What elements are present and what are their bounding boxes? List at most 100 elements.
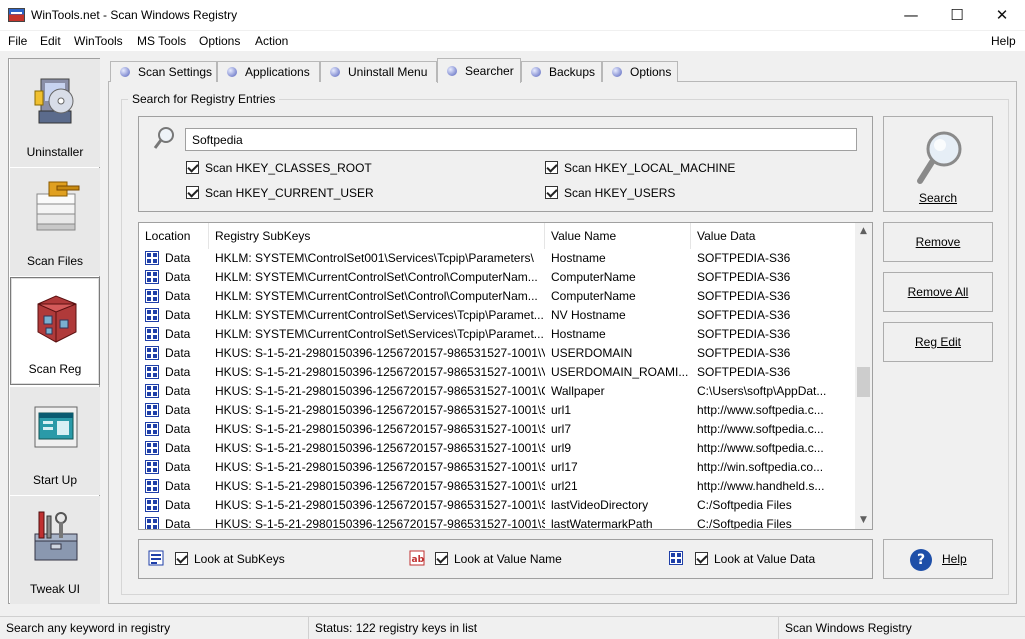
table-row[interactable]: Data HKUS: S-1-5-21-2980150396-1256720157… xyxy=(139,439,856,458)
registry-data-icon xyxy=(145,441,159,455)
cell-value-data: SOFTPEDIA-S36 xyxy=(697,270,791,284)
scroll-down-icon[interactable]: ▼ xyxy=(855,512,872,529)
registry-data-icon xyxy=(145,308,159,322)
column-header-registry-subkeys[interactable]: Registry SubKeys xyxy=(209,223,545,249)
menu-help[interactable]: Help xyxy=(991,34,1016,48)
search-button-label: Search xyxy=(918,191,958,205)
tab-applications[interactable]: Applications xyxy=(217,61,320,82)
table-row[interactable]: Data HKUS: S-1-5-21-2980150396-1256720157… xyxy=(139,420,856,439)
table-row[interactable]: Data HKLM: SYSTEM\ControlSet001\Services\… xyxy=(139,249,856,268)
nav-item-tweak-ui[interactable]: Tweak UI xyxy=(10,496,100,604)
reg-edit-button-label: Reg Edit xyxy=(914,335,962,349)
menu-ms-tools[interactable]: MS Tools xyxy=(137,34,186,48)
tab-searcher[interactable]: Searcher xyxy=(437,58,521,83)
cell-location: Data xyxy=(165,517,191,530)
cell-value-name: USERDOMAIN xyxy=(551,346,633,360)
registry-data-icon xyxy=(145,403,159,417)
checkbox-look-at-subkeys[interactable] xyxy=(175,552,188,565)
checkbox-look-at-value-data[interactable] xyxy=(695,552,708,565)
checkbox-look-at-value-name[interactable] xyxy=(435,552,448,565)
bullet-icon xyxy=(120,67,130,77)
nav-item-start-up[interactable]: Start Up xyxy=(10,387,100,495)
menu-action[interactable]: Action xyxy=(255,34,288,48)
app-icon[interactable] xyxy=(8,8,25,22)
cell-location: Data xyxy=(165,441,191,455)
reg-edit-button[interactable]: Reg Edit xyxy=(883,322,993,362)
scroll-thumb[interactable] xyxy=(857,367,870,397)
remove-button-label: Remove xyxy=(915,235,961,249)
table-row[interactable]: Data HKUS: S-1-5-21-2980150396-1256720157… xyxy=(139,458,856,477)
cell-location: Data xyxy=(165,479,191,493)
label-look-at-subkeys: Look at SubKeys xyxy=(194,552,285,566)
nav-label-tweak-ui: Tweak UI xyxy=(29,582,80,596)
bullet-icon xyxy=(531,67,541,77)
label-scan-hkcr: Scan HKEY_CLASSES_ROOT xyxy=(205,161,372,175)
vertical-scrollbar[interactable]: ▲ ▼ xyxy=(855,223,872,529)
table-row[interactable]: Data HKUS: S-1-5-21-2980150396-1256720157… xyxy=(139,515,856,530)
table-row[interactable]: Data HKLM: SYSTEM\CurrentControlSet\Contr… xyxy=(139,287,856,306)
table-row[interactable]: Data HKLM: SYSTEM\CurrentControlSet\Servi… xyxy=(139,306,856,325)
table-row[interactable]: Data HKLM: SYSTEM\CurrentControlSet\Servi… xyxy=(139,325,856,344)
menu-options[interactable]: Options xyxy=(199,34,240,48)
cell-location: Data xyxy=(165,365,191,379)
cell-subkey: HKUS: S-1-5-21-2980150396-1256720157-986… xyxy=(215,346,545,360)
table-row[interactable]: Data HKUS: S-1-5-21-2980150396-1256720157… xyxy=(139,344,856,363)
cell-value-name: Hostname xyxy=(551,327,606,341)
menu-edit[interactable]: Edit xyxy=(40,34,61,48)
column-header-location[interactable]: Location xyxy=(139,223,209,249)
remove-all-button-label: Remove All xyxy=(907,285,969,299)
tab-options[interactable]: Options xyxy=(602,61,678,82)
table-row[interactable]: Data HKUS: S-1-5-21-2980150396-1256720157… xyxy=(139,477,856,496)
nav-item-scan-reg[interactable]: Scan Reg xyxy=(10,277,100,385)
registry-data-icon xyxy=(145,365,159,379)
cell-subkey: HKUS: S-1-5-21-2980150396-1256720157-986… xyxy=(215,403,545,417)
tab-scan-settings[interactable]: Scan Settings xyxy=(110,61,217,82)
column-header-value-data[interactable]: Value Data xyxy=(691,223,857,249)
label-scan-hkcu: Scan HKEY_CURRENT_USER xyxy=(205,186,374,200)
checkbox-scan-hkcu[interactable] xyxy=(186,186,199,199)
table-row[interactable]: Data HKUS: S-1-5-21-2980150396-1256720157… xyxy=(139,401,856,420)
cell-value-data: C:/Softpedia Files xyxy=(697,498,792,512)
column-header-value-name[interactable]: Value Name xyxy=(545,223,691,249)
status-count: Status: 122 registry keys in list xyxy=(309,617,779,639)
table-row[interactable]: Data HKLM: SYSTEM\CurrentControlSet\Contr… xyxy=(139,268,856,287)
close-button[interactable]: ✕ xyxy=(979,0,1025,31)
menu-file[interactable]: File xyxy=(8,34,27,48)
tab-backups[interactable]: Backups xyxy=(521,61,602,82)
nav-item-scan-files[interactable]: Scan Files xyxy=(10,168,100,276)
tab-uninstall-menu[interactable]: Uninstall Menu xyxy=(320,61,437,82)
maximize-button[interactable]: ☐ xyxy=(934,0,980,31)
table-row[interactable]: Data HKUS: S-1-5-21-2980150396-1256720157… xyxy=(139,496,856,515)
search-input[interactable] xyxy=(185,128,857,151)
magnifier-icon xyxy=(153,127,174,149)
checkbox-scan-hklm[interactable] xyxy=(545,161,558,174)
cell-subkey: HKUS: S-1-5-21-2980150396-1256720157-986… xyxy=(215,498,545,512)
cell-subkey: HKLM: SYSTEM\CurrentControlSet\Control\C… xyxy=(215,270,538,284)
cell-value-data: SOFTPEDIA-S36 xyxy=(697,308,791,322)
cell-value-name: Wallpaper xyxy=(551,384,605,398)
cell-location: Data xyxy=(165,289,191,303)
nav-label-uninstaller: Uninstaller xyxy=(26,145,84,159)
nav-item-uninstaller[interactable]: Uninstaller xyxy=(10,59,100,167)
checkbox-scan-hkcr[interactable] xyxy=(186,161,199,174)
remove-all-button[interactable]: Remove All xyxy=(883,272,993,312)
table-row[interactable]: Data HKUS: S-1-5-21-2980150396-1256720157… xyxy=(139,363,856,382)
remove-button[interactable]: Remove xyxy=(883,222,993,262)
cell-subkey: HKLM: SYSTEM\CurrentControlSet\Control\C… xyxy=(215,289,538,303)
search-button[interactable]: Search xyxy=(883,116,993,212)
table-row[interactable]: Data HKUS: S-1-5-21-2980150396-1256720157… xyxy=(139,382,856,401)
minimize-button[interactable]: — xyxy=(888,0,934,31)
results-table[interactable]: Location Registry SubKeys Value Name Val… xyxy=(138,222,873,530)
cell-location: Data xyxy=(165,251,191,265)
cell-value-name: ComputerName xyxy=(551,270,636,284)
registry-data-icon xyxy=(145,270,159,284)
menu-wintools[interactable]: WinTools xyxy=(74,34,123,48)
scroll-up-icon[interactable]: ▲ xyxy=(855,223,872,240)
cell-location: Data xyxy=(165,327,191,341)
help-button[interactable]: ? Help xyxy=(883,539,993,579)
cell-location: Data xyxy=(165,403,191,417)
search-magnifier-icon xyxy=(917,131,962,184)
cell-subkey: HKUS: S-1-5-21-2980150396-1256720157-986… xyxy=(215,365,545,379)
cell-subkey: HKUS: S-1-5-21-2980150396-1256720157-986… xyxy=(215,422,545,436)
checkbox-scan-hku[interactable] xyxy=(545,186,558,199)
